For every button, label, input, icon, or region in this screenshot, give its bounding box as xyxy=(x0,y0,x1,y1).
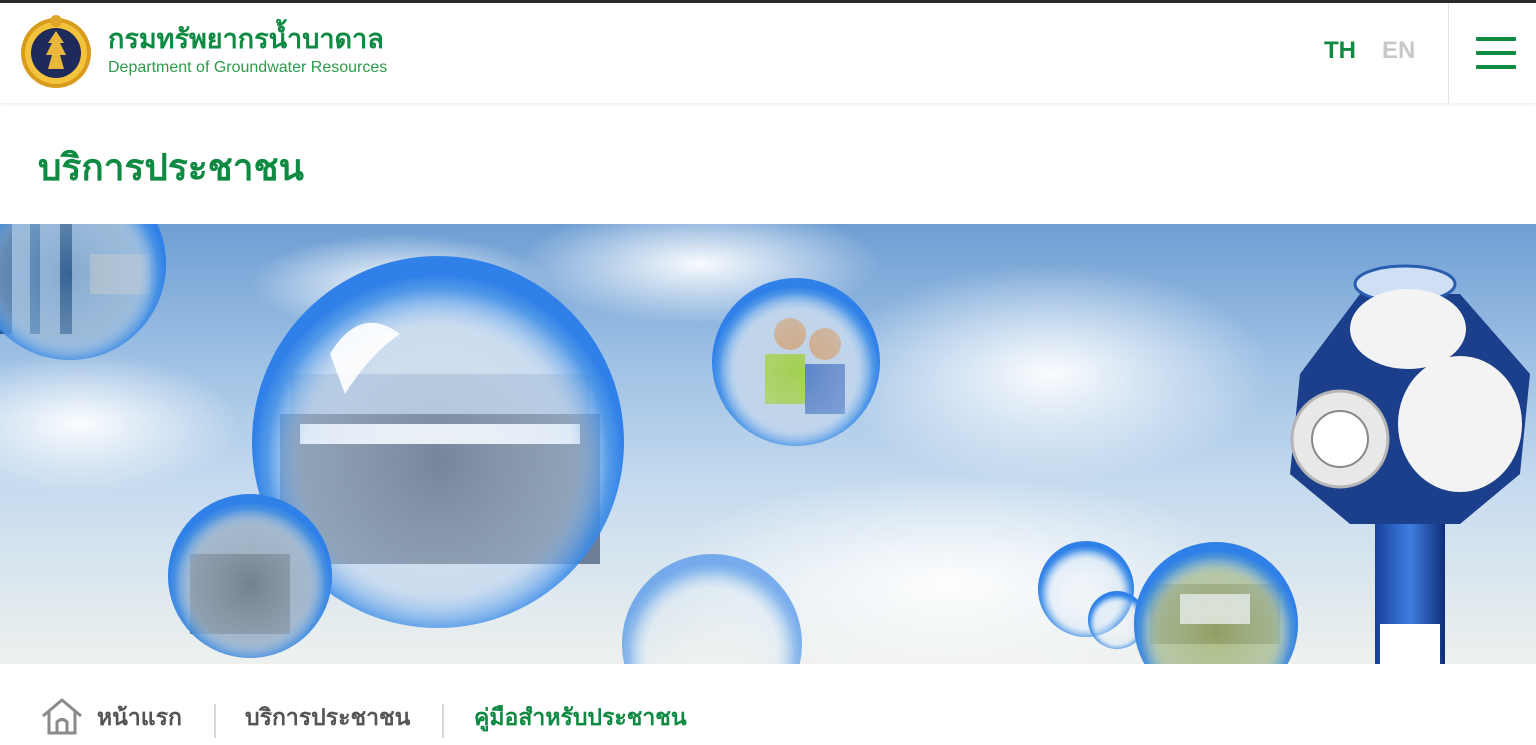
org-name-thai[interactable]: กรมทรัพยากรน้ำบาดาล xyxy=(108,21,387,59)
groundwater-well-marker xyxy=(1290,264,1530,664)
home-icon[interactable] xyxy=(40,696,84,736)
bubble-pipes-photo xyxy=(0,224,166,360)
breadcrumb: หน้าแรก บริการประชาชน คู่มือสำหรับประชาช… xyxy=(0,664,1536,745)
site-header: กรมทรัพยากรน้ำบาดาล Department of Ground… xyxy=(0,3,1536,103)
breadcrumb-separator xyxy=(442,704,444,738)
cloud-2 xyxy=(830,264,1270,484)
brand-block: กรมทรัพยากรน้ำบาดาล Department of Ground… xyxy=(108,21,387,77)
hamburger-menu-icon[interactable] xyxy=(1472,35,1520,75)
language-th-button[interactable]: TH xyxy=(1324,37,1356,65)
breadcrumb-public-service[interactable]: บริการประชาชน xyxy=(245,700,410,736)
page-title: บริการประชาชน xyxy=(38,146,304,189)
header-divider xyxy=(1448,3,1449,103)
language-en-button[interactable]: EN xyxy=(1382,37,1415,65)
bubble-plant-photo xyxy=(168,494,332,658)
breadcrumb-current-page: คู่มือสำหรับประชาชน xyxy=(474,705,687,731)
cloud-3 xyxy=(0,354,240,494)
department-seal-icon[interactable] xyxy=(20,11,92,93)
bubble-children-photo xyxy=(712,278,880,446)
hero-banner xyxy=(0,224,1536,664)
org-name-english[interactable]: Department of Groundwater Resources xyxy=(108,59,387,77)
bubbles-illustration xyxy=(0,224,1530,664)
breadcrumb-home[interactable]: หน้าแรก xyxy=(97,700,182,736)
breadcrumb-separator xyxy=(214,704,216,738)
